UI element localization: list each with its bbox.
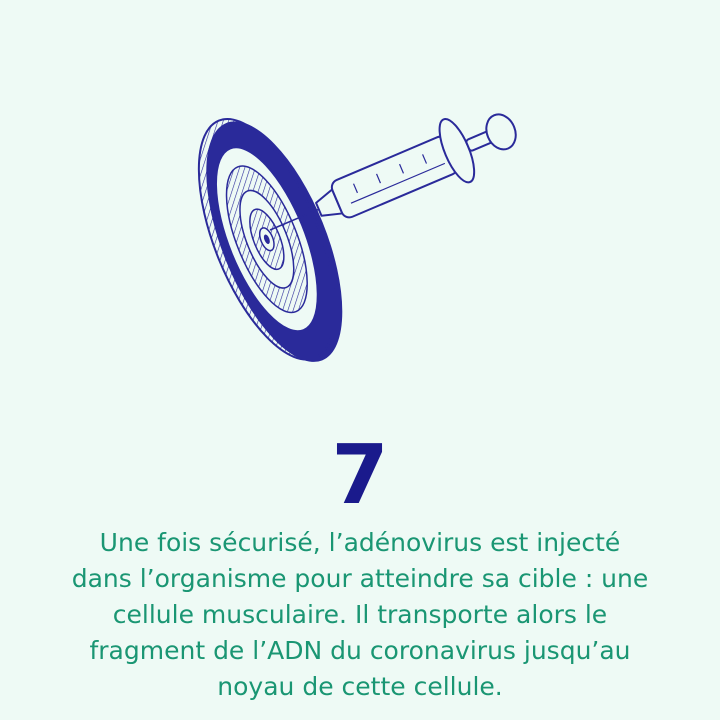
target-icon [197, 117, 343, 362]
description-text: Une fois sécurisé, l’adénovirus est inje… [20, 525, 700, 705]
syringe-target-illustration [195, 95, 525, 370]
description-line: noyau de cette cellule. [217, 672, 503, 701]
description-line: dans l’organisme pour atteindre sa cible… [71, 564, 649, 593]
description-line: Une fois sécurisé, l’adénovirus est inje… [99, 528, 621, 557]
description-line: fragment de l’ADN du coronavirus jusqu’a… [89, 636, 631, 665]
description-line: cellule musculaire. Il transporte alors … [112, 600, 608, 629]
step-number: 7 [331, 428, 389, 523]
